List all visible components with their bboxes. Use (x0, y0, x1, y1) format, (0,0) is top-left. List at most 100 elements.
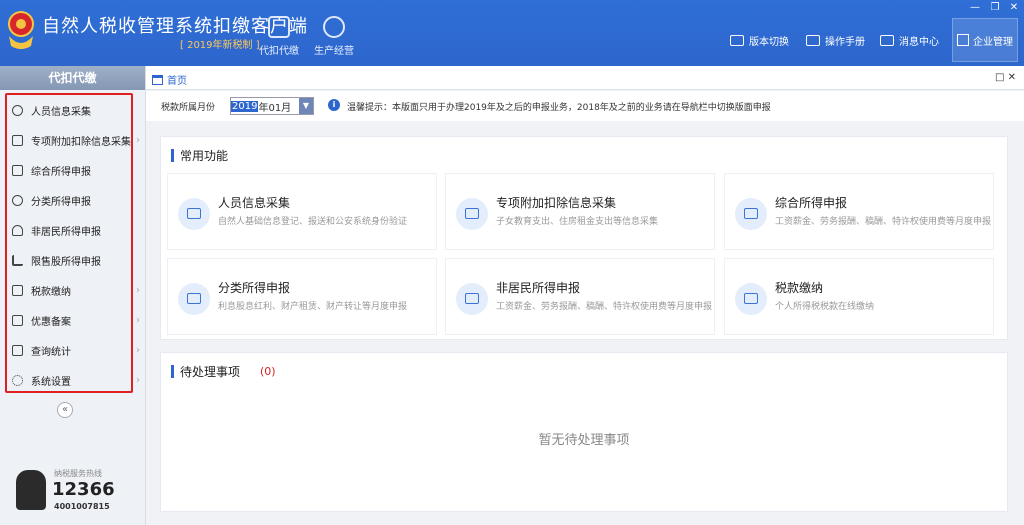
pending-panel: 待处理事项 (0) 暂无待处理事项 (160, 352, 1008, 512)
enterprise-management-label: 企业管理 (973, 36, 1013, 48)
pie-icon (12, 194, 23, 206)
tip-text: 温馨提示：本版面只用于办理2019年及之后的申报业务，2018年及之前的业务请在… (347, 103, 771, 113)
app-subtitle: [ 2019年新税制 ] (180, 40, 260, 51)
card-title: 税款缴纳 (775, 281, 824, 295)
sidebar-item-settings[interactable]: 系统设置 › (7, 365, 140, 395)
topnav-withholding-label: 代扣代缴 (259, 46, 299, 57)
pending-title: 待处理事项 (0) (171, 363, 276, 380)
version-switch-label: 版本切换 (749, 37, 789, 48)
sidebar-item-query[interactable]: 查询统计 › (7, 335, 140, 365)
sidebar-item-label: 系统设置 (31, 376, 71, 388)
sidebar-item-tax-payment[interactable]: 税款缴纳 › (7, 275, 140, 305)
card-title: 综合所得申报 (775, 196, 848, 210)
sidebar-item-special-deduction[interactable]: 专项附加扣除信息采集 › (7, 125, 140, 155)
hotline-secondary-number: 4001007815 (54, 502, 110, 511)
person-outline-icon (12, 224, 23, 236)
copy-icon (12, 314, 23, 326)
restore-button[interactable]: ❐ (986, 2, 1004, 13)
pending-title-text: 待处理事项 (180, 365, 241, 379)
title-bar: 自然人税收管理系统扣缴客户端 [ 2019年新税制 ] 代扣代缴 生产经营 版本… (0, 0, 1024, 66)
hotline-label: 纳税服务热线 (54, 469, 102, 478)
sidebar-item-restricted-shares[interactable]: 限售股所得申报 (7, 245, 131, 275)
sidebar-item-label: 专项附加扣除信息采集 (31, 136, 131, 148)
sidebar-item-label: 税款缴纳 (31, 286, 71, 298)
chevron-right-icon: › (136, 284, 140, 296)
chevron-right-icon: › (136, 134, 140, 146)
common-functions-title-text: 常用功能 (180, 149, 229, 163)
sidebar-item-preferential[interactable]: 优惠备案 › (7, 305, 140, 335)
home-icon (152, 74, 163, 85)
sidebar-item-personnel[interactable]: 人员信息采集 (7, 95, 131, 125)
card-desc: 工资薪金、劳务报酬、稿酬、特许权使用费等月度申报 (496, 302, 713, 312)
card-title: 分类所得申报 (218, 281, 291, 295)
sidebar-collapse-button[interactable]: « (57, 402, 73, 418)
sidebar: 代扣代缴 人员信息采集 专项附加扣除信息采集 › 综合所得申报 分类所得申报 非居… (0, 66, 146, 525)
folder-icon (12, 284, 23, 296)
card-tax-payment[interactable]: 税款缴纳 个人所得税税款在线缴纳 (724, 258, 994, 335)
tab-home-label: 首页 (167, 76, 187, 87)
manual-link[interactable]: 操作手册 (806, 33, 865, 48)
sidebar-item-label: 优惠备案 (31, 316, 71, 328)
sidebar-item-label: 分类所得申报 (31, 196, 91, 208)
tab-home[interactable]: 首页 (152, 72, 187, 87)
edit-icon (456, 283, 488, 315)
card-comprehensive-income[interactable]: 综合所得申报 工资薪金、劳务报酬、稿酬、特许权使用费等月度申报 (724, 173, 994, 250)
document-icon (735, 198, 767, 230)
card-desc: 利息股息红利、财产租赁、财产转让等月度申报 (218, 302, 408, 312)
tab-window-controls[interactable]: □ ✕ (995, 72, 1016, 83)
sidebar-item-label: 非居民所得申报 (31, 226, 101, 238)
sidebar-item-label: 人员信息采集 (31, 106, 91, 118)
card-personnel-info[interactable]: 人员信息采集 自然人基础信息登记、报送和公安系统身份验证 (167, 173, 437, 250)
chevron-right-icon: › (136, 314, 140, 326)
card-desc: 自然人基础信息登记、报送和公安系统身份验证 (218, 217, 408, 227)
card-desc: 个人所得税税款在线缴纳 (775, 302, 875, 312)
tax-month-rest: 年01月 (258, 102, 292, 114)
chevron-down-icon[interactable]: ▼ (299, 98, 313, 114)
common-functions-title: 常用功能 (171, 147, 228, 164)
message-center-link[interactable]: 消息中心 (880, 33, 939, 48)
pending-count: (0) (260, 365, 276, 378)
search-list-icon (12, 344, 23, 356)
mail-icon (880, 35, 894, 46)
tax-month-label: 税款所属月份 (161, 103, 216, 113)
card-special-deduction[interactable]: 专项附加扣除信息采集 子女教育支出、住房租金支出等信息采集 (445, 173, 715, 250)
calendar-icon (456, 198, 488, 230)
card-title: 非居民所得申报 (496, 281, 581, 295)
pending-empty-message: 暂无待处理事项 (538, 433, 630, 448)
payment-icon (735, 283, 767, 315)
sidebar-item-comprehensive[interactable]: 综合所得申报 (7, 155, 131, 185)
tax-emblem-logo (6, 10, 36, 52)
tab-bar: 首页 □ ✕ (146, 66, 1024, 90)
gear-icon (12, 374, 23, 386)
layers-icon (730, 35, 744, 46)
wallet-icon (268, 16, 290, 38)
headset-icon (16, 470, 46, 510)
topnav-business[interactable]: 生产经营 (309, 16, 359, 57)
hotline-block: 纳税服务热线 12366 4001007815 (16, 468, 136, 518)
hotline-number: 12366 (52, 479, 115, 500)
sidebar-item-classified[interactable]: 分类所得申报 (7, 185, 131, 215)
close-button[interactable]: ✕ (1005, 2, 1023, 13)
person-icon (12, 104, 23, 116)
common-functions-panel: 常用功能 人员信息采集 自然人基础信息登记、报送和公安系统身份验证 专项附加扣除… (160, 136, 1008, 340)
sidebar-item-label: 综合所得申报 (31, 166, 91, 178)
topnav-withholding[interactable]: 代扣代缴 (254, 16, 304, 57)
bar-chart-icon (12, 254, 23, 266)
tax-month-select[interactable]: 2019 年01月 ▼ (230, 97, 314, 115)
info-icon: i (328, 99, 340, 111)
sidebar-item-nonresident[interactable]: 非居民所得申报 (7, 215, 131, 245)
sidebar-header: 代扣代缴 (0, 66, 145, 90)
version-switch-link[interactable]: 版本切换 (730, 33, 789, 48)
message-center-label: 消息中心 (899, 37, 939, 48)
manual-label: 操作手册 (825, 37, 865, 48)
chevron-right-icon: › (136, 374, 140, 386)
filter-bar: 税款所属月份 2019 年01月 ▼ i 温馨提示：本版面只用于办理2019年及… (146, 91, 1024, 121)
stack-icon (12, 164, 23, 176)
edit-icon (178, 283, 210, 315)
card-nonresident-income[interactable]: 非居民所得申报 工资薪金、劳务报酬、稿酬、特许权使用费等月度申报 (445, 258, 715, 335)
minimize-button[interactable]: — (966, 2, 984, 13)
building-icon (957, 34, 969, 46)
enterprise-management-button[interactable]: 企业管理 (952, 18, 1018, 62)
card-classified-income[interactable]: 分类所得申报 利息股息红利、财产租赁、财产转让等月度申报 (167, 258, 437, 335)
tax-month-year: 2019 (231, 100, 259, 112)
